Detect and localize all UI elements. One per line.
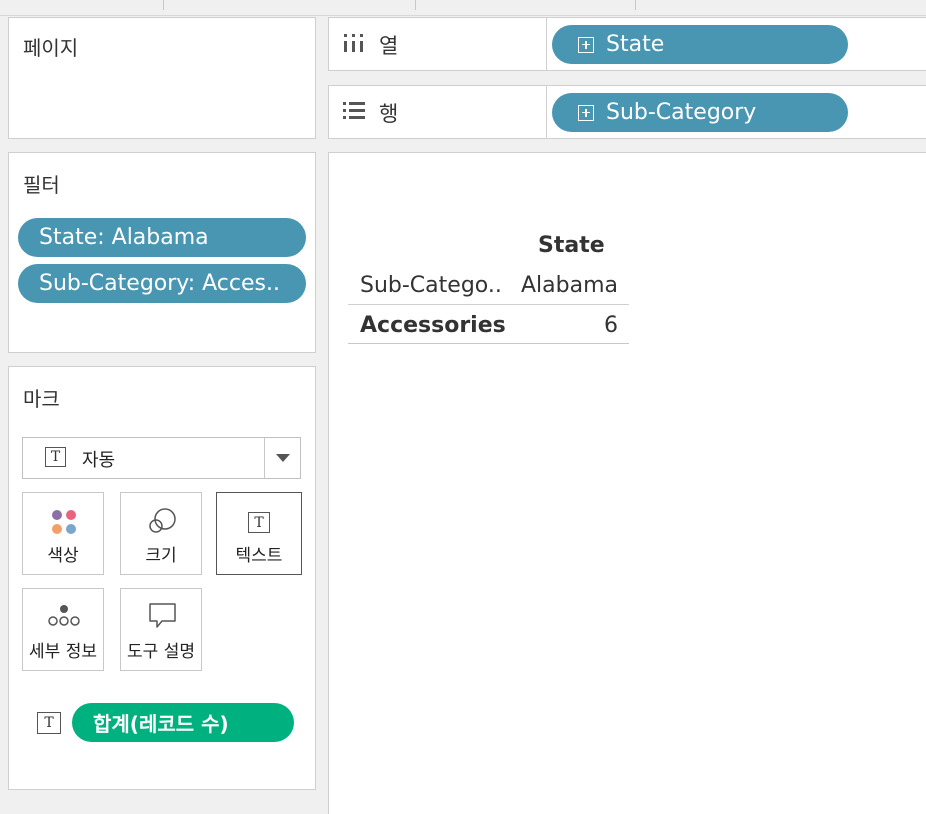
header-divider	[348, 304, 629, 305]
top-divider	[635, 0, 636, 10]
measure-pill-record-count[interactable]: 합계(레코드 수)	[72, 703, 294, 742]
color-dot	[66, 510, 76, 520]
rows-label: 행	[379, 102, 399, 126]
dropdown-divider	[264, 438, 265, 478]
expand-icon	[578, 36, 594, 53]
row-divider	[348, 343, 629, 344]
detail-label: 세부 정보	[29, 642, 97, 662]
text-mark-icon: T	[248, 512, 270, 533]
rows-icon	[343, 102, 365, 119]
cell-value[interactable]: 6	[604, 313, 618, 338]
column-header-value[interactable]: Alabama	[521, 273, 618, 298]
mark-type-dropdown[interactable]: T 자동	[22, 437, 301, 479]
filters-title: 필터	[23, 173, 60, 197]
color-dot	[66, 524, 76, 534]
top-strip	[0, 0, 926, 16]
rows-shelf[interactable]: 행 Sub-Category	[328, 85, 926, 139]
measure-pill-label: 합계(레코드 수)	[93, 712, 229, 736]
column-pill-state[interactable]: State	[552, 25, 848, 64]
color-dot	[52, 524, 62, 534]
size-label: 크기	[145, 546, 177, 566]
color-label: 색상	[47, 546, 79, 566]
filter-pill-sub-category[interactable]: Sub-Category: Acces..	[18, 264, 306, 303]
text-label: 텍스트	[235, 546, 283, 566]
row-header-value[interactable]: Accessories	[360, 313, 506, 338]
tooltip-button[interactable]: 도구 설명	[120, 588, 202, 671]
row-pill-sub-category[interactable]: Sub-Category	[552, 93, 848, 132]
marks-title: 마크	[23, 387, 60, 411]
shelf-divider	[546, 86, 547, 138]
column-header-title: State	[538, 233, 605, 258]
size-button[interactable]: 크기	[120, 492, 202, 575]
columns-icon	[344, 34, 363, 52]
shelf-divider	[546, 18, 547, 70]
pages-title: 페이지	[23, 36, 79, 60]
detail-icon	[48, 605, 80, 626]
text-button[interactable]: T 텍스트	[216, 492, 302, 575]
filter-pill-state[interactable]: State: Alabama	[18, 218, 306, 257]
chevron-down-icon[interactable]	[276, 454, 290, 463]
expand-icon	[578, 104, 594, 121]
color-dot	[52, 510, 62, 520]
tooltip-icon	[149, 603, 176, 628]
tooltip-label: 도구 설명	[127, 642, 195, 662]
view-canvas[interactable]	[328, 152, 926, 814]
top-divider	[415, 0, 416, 10]
filter-pill-label: State: Alabama	[39, 225, 209, 250]
text-encoding-icon[interactable]: T	[37, 712, 61, 734]
size-icon	[149, 508, 176, 533]
row-pill-label: Sub-Category	[606, 100, 757, 125]
row-header-title[interactable]: Sub-Catego..	[360, 273, 502, 298]
columns-shelf[interactable]: 열 State	[328, 17, 926, 71]
mark-type-value: 자동	[82, 450, 116, 471]
text-mark-icon: T	[45, 447, 66, 467]
top-divider	[163, 0, 164, 10]
pages-shelf[interactable]: 페이지	[8, 17, 316, 139]
columns-label: 열	[379, 34, 399, 58]
detail-button[interactable]: 세부 정보	[22, 588, 104, 671]
filters-shelf[interactable]: 필터 State: Alabama Sub-Category: Acces..	[8, 152, 316, 353]
filter-pill-label: Sub-Category: Acces..	[39, 271, 280, 296]
column-pill-label: State	[606, 32, 665, 57]
color-button[interactable]: 색상	[22, 492, 104, 575]
